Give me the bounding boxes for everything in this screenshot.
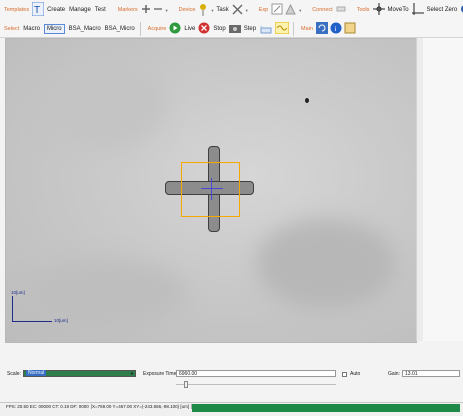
test-button[interactable]: Test	[95, 7, 106, 13]
moveto-button[interactable]: MoveTo	[388, 7, 409, 13]
templates-group-label: Templates	[4, 7, 30, 13]
tools-wrench-icon[interactable]	[232, 4, 243, 17]
background-shading	[26, 259, 186, 329]
chevron-down-icon: ▼	[130, 371, 134, 376]
divider	[139, 21, 141, 36]
svg-text:i: i	[334, 25, 336, 33]
auto-checkbox[interactable]	[342, 372, 347, 377]
markers-group-label: Markers	[117, 7, 138, 13]
create-template-icon[interactable]: T	[31, 1, 45, 18]
select-zero-button[interactable]: Select Zero	[427, 7, 458, 13]
chevron-down-icon[interactable]: ▼	[210, 8, 214, 13]
vertical-scrollbar[interactable]	[416, 38, 423, 341]
device-group-label: Device	[178, 7, 196, 13]
acquire-group-label: Acquire	[147, 25, 167, 32]
tools-group-label: Tools	[356, 7, 370, 13]
micro-button[interactable]: Micro	[43, 23, 65, 34]
main-group-label: Main	[301, 25, 313, 32]
background-shading	[46, 59, 166, 149]
connect-group-label: Connect	[312, 7, 333, 13]
select-group-label: Select	[4, 25, 20, 32]
add-marker-icon[interactable]	[141, 4, 151, 16]
live-button[interactable]: Live	[184, 26, 195, 32]
status-progress-bar	[192, 404, 460, 412]
scale-bar-y-label: 10[um]	[11, 290, 25, 295]
status-coordinates: X=769.00 Y=467.00 XY=(-243.656,-98.100) …	[92, 404, 193, 409]
chevron-down-icon[interactable]: ▼	[298, 8, 302, 13]
macro-button[interactable]: Macro	[23, 26, 40, 32]
scale-select-value: Normal	[26, 370, 47, 376]
main-toolbar: Templates T Create Manage Test Markers ▼…	[0, 0, 463, 21]
scale-bar-x-label: 10[um]	[54, 318, 68, 323]
svg-text:T: T	[34, 5, 40, 16]
bsa-macro-button[interactable]: BSA_Macro	[69, 26, 101, 32]
create-button[interactable]: Create	[47, 7, 65, 13]
exposure-slider-thumb[interactable]	[184, 381, 188, 388]
stop-icon[interactable]	[198, 22, 210, 36]
task-button[interactable]: Task	[216, 7, 228, 13]
scale-label: Scale:	[7, 371, 21, 377]
scale-select[interactable]: Normal ▼	[23, 370, 136, 377]
crosshair-vertical	[211, 178, 212, 200]
status-fps: FPS: 20.50 EC: 00000 CT: 0.19 DF: 0000	[6, 404, 92, 409]
dust-particle	[305, 98, 309, 103]
scale-bar-vertical	[12, 296, 13, 322]
connect-icon[interactable]	[336, 4, 346, 16]
moveto-crosshair-icon[interactable]	[372, 3, 385, 17]
exp-group-label: Exp	[258, 7, 269, 13]
secondary-toolbar: Select Macro Micro BSA_Macro BSA_Micro A…	[0, 20, 463, 38]
background-shading	[256, 219, 396, 309]
device-antenna-icon[interactable]	[198, 2, 208, 18]
gain-input[interactable]: 13.01	[402, 370, 460, 377]
edit-icon[interactable]	[271, 3, 283, 17]
warning-triangle-icon[interactable]	[285, 3, 297, 17]
document-icon[interactable]	[344, 22, 356, 36]
scale-bar-horizontal	[12, 321, 52, 322]
exposure-slider-track[interactable]	[176, 384, 336, 385]
gain-label: Gain:	[388, 371, 400, 377]
select-zero-icon[interactable]	[411, 3, 424, 17]
refresh-icon[interactable]	[315, 21, 328, 36]
step-button[interactable]: Step	[244, 26, 256, 32]
exposure-input[interactable]: 6960.00	[176, 370, 336, 377]
side-panel	[423, 38, 463, 341]
exposure-label: Exposure Time:	[143, 371, 178, 377]
live-play-icon[interactable]	[169, 22, 181, 36]
camera-view[interactable]	[5, 38, 417, 343]
bsa-micro-button[interactable]: BSA_Micro	[105, 26, 135, 32]
divider	[293, 21, 295, 36]
chevron-down-icon[interactable]: ▼	[165, 8, 169, 13]
info-icon[interactable]: i	[330, 22, 342, 36]
stream-icon[interactable]	[274, 21, 290, 36]
remove-marker-icon[interactable]	[153, 4, 163, 16]
stop-button[interactable]: Stop	[213, 26, 225, 32]
auto-label: Auto	[350, 371, 361, 377]
manage-button[interactable]: Manage	[69, 7, 91, 13]
chevron-down-icon[interactable]: ▼	[245, 8, 249, 13]
crosshair-horizontal	[201, 188, 223, 189]
capture-icon[interactable]: →	[259, 22, 273, 36]
svg-text:→: →	[259, 23, 263, 28]
step-camera-icon[interactable]	[228, 23, 241, 35]
